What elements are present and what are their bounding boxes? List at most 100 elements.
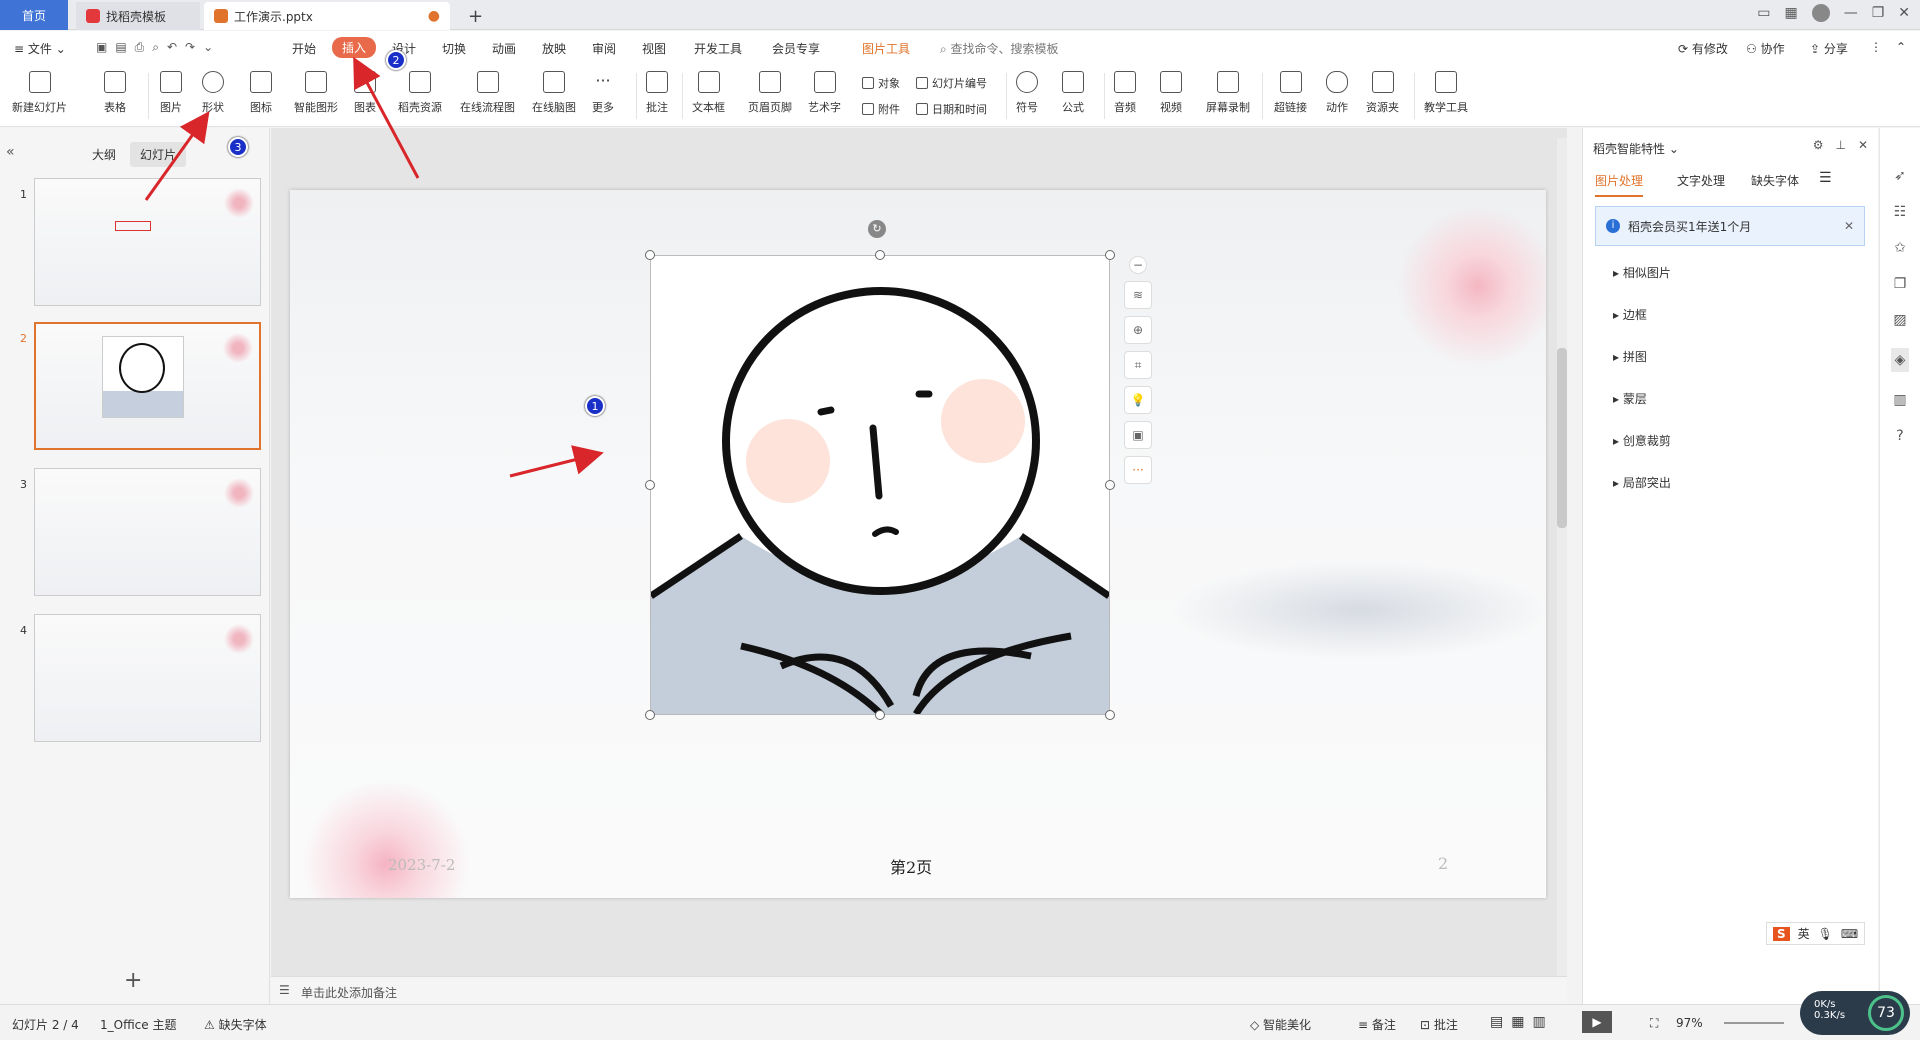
collaborate-button[interactable]: ⚇ 协作 — [1746, 40, 1785, 57]
screen-record-button[interactable]: 屏幕录制 — [1206, 71, 1250, 115]
close-icon[interactable]: ✕ — [1898, 5, 1910, 21]
star-icon[interactable]: ✩ — [1894, 240, 1906, 256]
minimize-icon[interactable]: — — [1844, 5, 1858, 21]
teaching-tools-button[interactable]: 教学工具 — [1424, 71, 1468, 115]
video-button[interactable]: 视频 — [1160, 71, 1182, 115]
avatar[interactable] — [1811, 4, 1830, 22]
tab-missing-fonts[interactable]: 缺失字体 — [1751, 172, 1799, 189]
more-icon[interactable]: ⋮ — [1870, 40, 1882, 54]
adjust-icon[interactable]: ☷ — [1894, 204, 1907, 220]
symbol-button[interactable]: 符号 — [1016, 71, 1038, 115]
attachment-button[interactable]: 附件 — [862, 101, 900, 117]
menu-review[interactable]: 审阅 — [592, 40, 616, 57]
icon-button[interactable]: 图标 — [250, 71, 272, 115]
zoom-out-icon[interactable]: − — [1129, 256, 1147, 274]
menu-icon[interactable]: ☰ — [1819, 170, 1832, 186]
header-footer-button[interactable]: 页眉页脚 — [748, 71, 792, 115]
notes-area[interactable]: ☰ 单击此处添加备注 — [271, 976, 1567, 1004]
wordart-button[interactable]: 艺术字 — [808, 71, 841, 115]
ime-toolbar[interactable]: S 英 🎙 ⌨ — [1766, 922, 1866, 945]
comment-button[interactable]: 批注 — [646, 71, 668, 115]
new-tab-button[interactable]: + — [458, 2, 493, 30]
zoom-level[interactable]: 97% — [1676, 1016, 1703, 1030]
resize-handle[interactable] — [875, 710, 885, 720]
help-icon[interactable]: ? — [1896, 428, 1903, 444]
idea-icon[interactable]: 💡 — [1124, 386, 1152, 414]
slides-tab[interactable]: 幻灯片 — [130, 142, 187, 167]
close-panel-icon[interactable]: ✕ — [1858, 138, 1868, 152]
formula-button[interactable]: 公式 — [1062, 71, 1084, 115]
object-button[interactable]: 对象 — [862, 75, 900, 91]
mic-icon[interactable]: 🎙 — [1818, 927, 1833, 941]
new-slide-button[interactable]: 新建幻灯片 — [12, 71, 67, 115]
picture-to-text-icon[interactable]: ▣ — [1124, 421, 1152, 449]
view-mode-buttons[interactable]: ▤▦▥ — [1490, 1014, 1554, 1030]
tab-text-processing[interactable]: 文字处理 — [1677, 172, 1725, 189]
share-button[interactable]: ⇪ 分享 — [1810, 40, 1848, 57]
item-highlight[interactable]: ▸ 局部突出 — [1613, 474, 1671, 491]
menu-insert[interactable]: 插入 — [332, 37, 377, 58]
outline-tab[interactable]: 大纲 — [92, 146, 116, 163]
panel-title[interactable]: 稻壳智能特性 ⌄ — [1593, 140, 1679, 157]
hyperlink-button[interactable]: 超链接 — [1274, 71, 1307, 115]
restore-icon[interactable]: ❐ — [1872, 5, 1885, 21]
resize-handle[interactable] — [645, 480, 655, 490]
audio-button[interactable]: 音频 — [1114, 71, 1136, 115]
picture-button[interactable]: 图片 — [160, 71, 182, 115]
chart-button[interactable]: 图表 — [354, 71, 376, 115]
slide-thumbnail-4[interactable] — [34, 614, 261, 742]
theme-name[interactable]: 1_Office 主题 — [100, 1016, 176, 1033]
collapse-ribbon-icon[interactable]: ⌃ — [1896, 40, 1906, 54]
promo-banner[interactable]: i 稻壳会员买1年送1个月 ✕ — [1595, 206, 1865, 246]
book-icon[interactable]: ▥ — [1893, 392, 1906, 408]
mindmap-button[interactable]: 在线脑图 — [532, 71, 576, 115]
resize-handle[interactable] — [1105, 250, 1115, 260]
zoom-slider[interactable] — [1724, 1022, 1784, 1024]
menu-animation[interactable]: 动画 — [492, 40, 516, 57]
menu-developer[interactable]: 开发工具 — [694, 40, 742, 57]
zoom-in-icon[interactable]: ⊕ — [1124, 316, 1152, 344]
menu-view[interactable]: 视图 — [642, 40, 666, 57]
shape-button[interactable]: 形状 — [202, 71, 224, 115]
menu-member[interactable]: 会员专享 — [772, 40, 820, 57]
more-options-icon[interactable]: ··· — [1124, 456, 1152, 484]
slide-number-button[interactable]: 幻灯片编号 — [916, 75, 987, 91]
docer-resource-button[interactable]: 稻壳资源 — [398, 71, 442, 115]
modified-button[interactable]: ⟳ 有修改 — [1678, 40, 1728, 57]
settings-icon[interactable]: ⚙ — [1813, 138, 1824, 152]
missing-font-button[interactable]: ⚠ 缺失字体 — [204, 1016, 267, 1033]
layout-icon[interactable]: ▭ — [1757, 5, 1770, 21]
layers-icon[interactable]: ≋ — [1124, 281, 1152, 309]
collapse-panel-icon[interactable]: « — [6, 144, 15, 160]
resize-handle[interactable] — [1105, 480, 1115, 490]
slide-thumbnail-3[interactable] — [34, 468, 261, 596]
menu-transition[interactable]: 切换 — [442, 40, 466, 57]
slide-date[interactable]: 2023-7-2 — [388, 856, 455, 874]
resize-handle[interactable] — [645, 710, 655, 720]
menu-start[interactable]: 开始 — [292, 40, 316, 57]
item-border[interactable]: ▸ 边框 — [1613, 306, 1647, 323]
crop-icon[interactable]: ⌗ — [1124, 351, 1152, 379]
fit-window-icon[interactable]: ⛶ — [1650, 1016, 1658, 1031]
slide-thumbnail-2[interactable] — [34, 322, 261, 450]
resize-handle[interactable] — [875, 250, 885, 260]
search-box[interactable]: ⌕ 查找命令、搜索模板 — [940, 40, 1059, 57]
grid-icon[interactable]: ▦ — [1784, 5, 1797, 21]
item-collage[interactable]: ▸ 拼图 — [1613, 348, 1647, 365]
rotate-handle-icon[interactable]: ↻ — [868, 220, 886, 238]
comments-toggle[interactable]: ⊡ 批注 — [1420, 1016, 1458, 1033]
tab-document[interactable]: 工作演示.pptx ● — [204, 2, 450, 30]
textbox-button[interactable]: 文本框 — [692, 71, 725, 115]
rocket-icon[interactable]: ➶ — [1894, 168, 1906, 184]
file-menu[interactable]: ≡ 文件 ⌄ — [14, 40, 66, 57]
selected-picture[interactable] — [649, 255, 1111, 717]
smart-art-button[interactable]: 智能图形 — [294, 71, 338, 115]
tab-templates[interactable]: 找稻壳模板 — [76, 2, 200, 30]
pin-icon[interactable]: ⊥ — [1835, 138, 1845, 152]
slide-page-number[interactable]: 2 — [1438, 854, 1448, 873]
notes-toggle[interactable]: ≡ 备注 — [1358, 1016, 1396, 1033]
tab-home[interactable]: 首页 — [0, 0, 68, 30]
flowchart-button[interactable]: 在线流程图 — [460, 71, 515, 115]
resize-handle[interactable] — [1105, 710, 1115, 720]
scroll-thumb[interactable] — [1557, 348, 1567, 528]
